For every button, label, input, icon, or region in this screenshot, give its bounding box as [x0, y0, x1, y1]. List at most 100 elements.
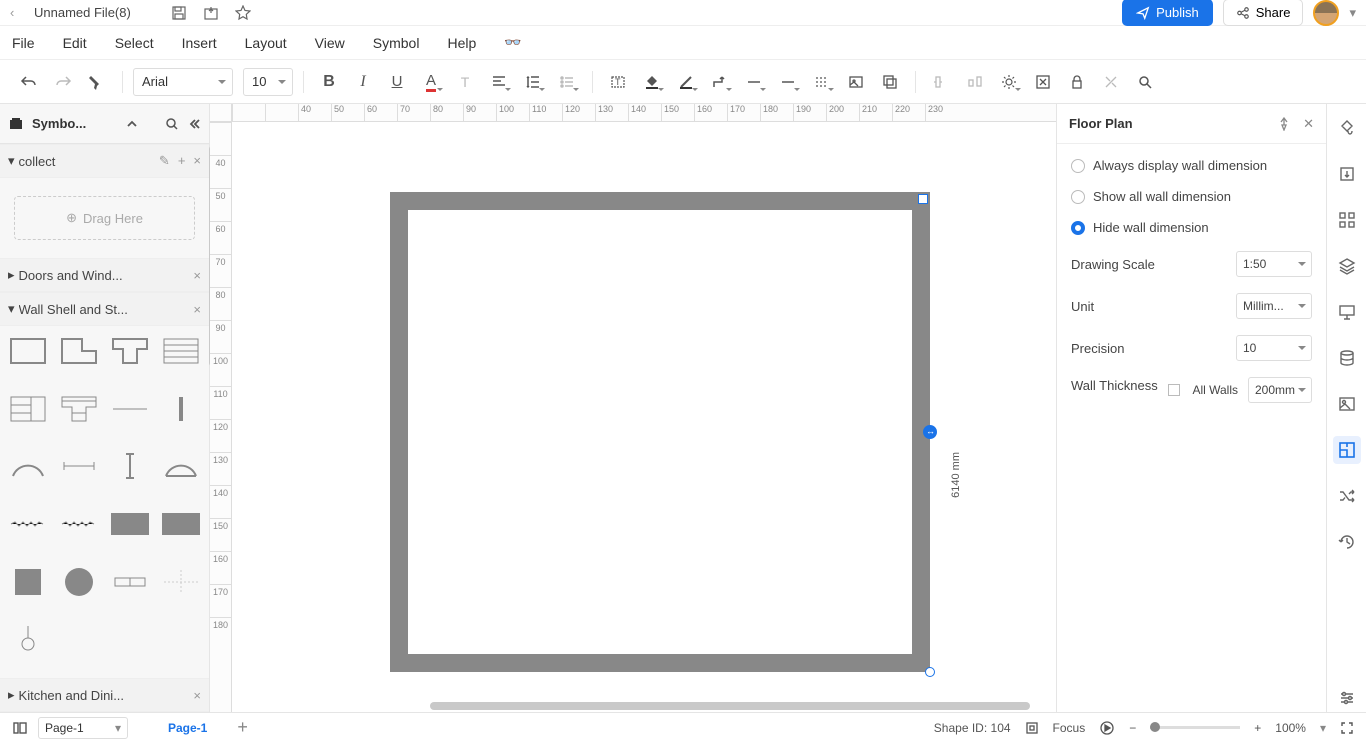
database-icon[interactable]: [1333, 344, 1361, 372]
radio-show-all[interactable]: Show all wall dimension: [1071, 189, 1312, 204]
page-tab[interactable]: Page-1: [168, 721, 207, 735]
import-icon[interactable]: [1333, 160, 1361, 188]
drawing-page[interactable]: 6140 mm: [232, 122, 1056, 712]
binoculars-icon[interactable]: 👓: [504, 34, 521, 51]
font-family-select[interactable]: Arial: [133, 68, 233, 96]
wall-left[interactable]: [390, 192, 408, 672]
shape-scale[interactable]: [110, 565, 151, 599]
shape-zigzag2[interactable]: [59, 507, 100, 541]
expand-up-icon[interactable]: [125, 117, 139, 131]
unit-select[interactable]: Millim...: [1236, 293, 1312, 319]
wall-top[interactable]: [390, 192, 930, 210]
export-icon[interactable]: [203, 5, 219, 21]
shape-zigzag1[interactable]: [8, 507, 49, 541]
wall-thickness-input[interactable]: 200mm: [1248, 377, 1312, 403]
shape-square[interactable]: [8, 565, 49, 599]
avatar[interactable]: [1313, 0, 1339, 26]
resize-handle-east[interactable]: [923, 425, 937, 439]
bullets-button[interactable]: [552, 67, 582, 97]
menu-layout[interactable]: Layout: [245, 35, 287, 51]
line-dash-button[interactable]: [773, 67, 803, 97]
shape-fill-rect[interactable]: [110, 507, 151, 541]
shape-arc2[interactable]: [160, 449, 201, 483]
account-dropdown-icon[interactable]: ▾: [1349, 5, 1356, 21]
add-page-button[interactable]: +: [237, 717, 248, 738]
radio-always-display[interactable]: Always display wall dimension: [1071, 158, 1312, 173]
align-button[interactable]: [484, 67, 514, 97]
menu-help[interactable]: Help: [447, 35, 476, 51]
focus-label[interactable]: Focus: [1053, 721, 1086, 735]
connector-button[interactable]: [705, 67, 735, 97]
shape-hatch[interactable]: [160, 334, 201, 368]
radio-hide[interactable]: Hide wall dimension: [1071, 220, 1312, 235]
star-icon[interactable]: [235, 5, 251, 21]
close-icon[interactable]: ✕: [1303, 116, 1314, 132]
menu-file[interactable]: File: [12, 35, 35, 51]
category-doors-windows[interactable]: ▸ Doors and Wind... ×: [0, 258, 209, 292]
zoom-in-button[interactable]: +: [1254, 721, 1261, 735]
selection-handle-se[interactable]: [925, 667, 935, 677]
menu-select[interactable]: Select: [115, 35, 154, 51]
align-objects-button[interactable]: [926, 67, 956, 97]
precision-select[interactable]: 10: [1236, 335, 1312, 361]
lock-button[interactable]: [1062, 67, 1092, 97]
shape-cross[interactable]: [160, 565, 201, 599]
drawing-scale-select[interactable]: 1:50: [1236, 251, 1312, 277]
shape-vline2[interactable]: [110, 449, 151, 483]
line-style-button[interactable]: [739, 67, 769, 97]
all-walls-checkbox[interactable]: [1168, 384, 1180, 396]
layers-rail-icon[interactable]: [1333, 252, 1361, 280]
shape-l[interactable]: [59, 334, 100, 368]
search-library-icon[interactable]: [165, 117, 179, 131]
close-icon[interactable]: ×: [193, 688, 201, 703]
back-icon[interactable]: ‹: [10, 5, 26, 20]
menu-insert[interactable]: Insert: [182, 35, 217, 51]
share-button[interactable]: Share: [1223, 0, 1304, 26]
shape-circle[interactable]: [59, 565, 100, 599]
menu-edit[interactable]: Edit: [63, 35, 87, 51]
crop-button[interactable]: [875, 67, 905, 97]
line-spacing-button[interactable]: [518, 67, 548, 97]
format-painter-button[interactable]: [82, 67, 112, 97]
pin-icon[interactable]: [1277, 117, 1291, 131]
shuffle-icon[interactable]: [1333, 482, 1361, 510]
outline-icon[interactable]: [12, 720, 28, 736]
presentation-icon[interactable]: [1333, 298, 1361, 326]
focus-mode-icon[interactable]: [1025, 721, 1039, 735]
undo-button[interactable]: [14, 67, 44, 97]
fill-color-button[interactable]: [637, 67, 667, 97]
font-size-select[interactable]: 10: [243, 68, 293, 96]
shape-t2[interactable]: [59, 392, 100, 426]
distribute-button[interactable]: [960, 67, 990, 97]
shape-fill-rect2[interactable]: [160, 507, 201, 541]
shape-dim[interactable]: [59, 449, 100, 483]
canvas-area[interactable]: 4050607080901001101201301401501601701801…: [210, 104, 1056, 712]
canvas-horizontal-scrollbar[interactable]: [430, 702, 1056, 712]
tools-button[interactable]: [1096, 67, 1126, 97]
publish-button[interactable]: Publish: [1122, 0, 1213, 26]
line-ends-button[interactable]: [807, 67, 837, 97]
library-icon[interactable]: [8, 116, 24, 132]
drag-drop-zone[interactable]: ⊕ Drag Here: [14, 196, 195, 240]
italic-button[interactable]: I: [348, 67, 378, 97]
close-icon[interactable]: ×: [193, 268, 201, 283]
close-icon[interactable]: ×: [193, 153, 201, 169]
category-collect[interactable]: ▾ collect ✎ + ×: [0, 144, 209, 178]
line-color-button[interactable]: [671, 67, 701, 97]
history-icon[interactable]: [1333, 528, 1361, 556]
category-wall-shell[interactable]: ▾ Wall Shell and St... ×: [0, 292, 209, 326]
shape-t[interactable]: [110, 334, 151, 368]
shape-north[interactable]: [8, 622, 49, 656]
shape-hline[interactable]: [110, 392, 151, 426]
shape-vline[interactable]: [160, 392, 201, 426]
add-icon[interactable]: +: [178, 153, 186, 169]
image-rail-icon[interactable]: [1333, 390, 1361, 418]
font-color-button[interactable]: A: [416, 67, 446, 97]
effects-button[interactable]: [994, 67, 1024, 97]
shape-l2[interactable]: [8, 392, 49, 426]
insert-picture-button[interactable]: [841, 67, 871, 97]
settings-rail-icon[interactable]: [1333, 684, 1361, 712]
fullscreen-icon[interactable]: [1340, 721, 1354, 735]
grid-icon[interactable]: [1333, 206, 1361, 234]
edit-icon[interactable]: ✎: [159, 153, 170, 169]
